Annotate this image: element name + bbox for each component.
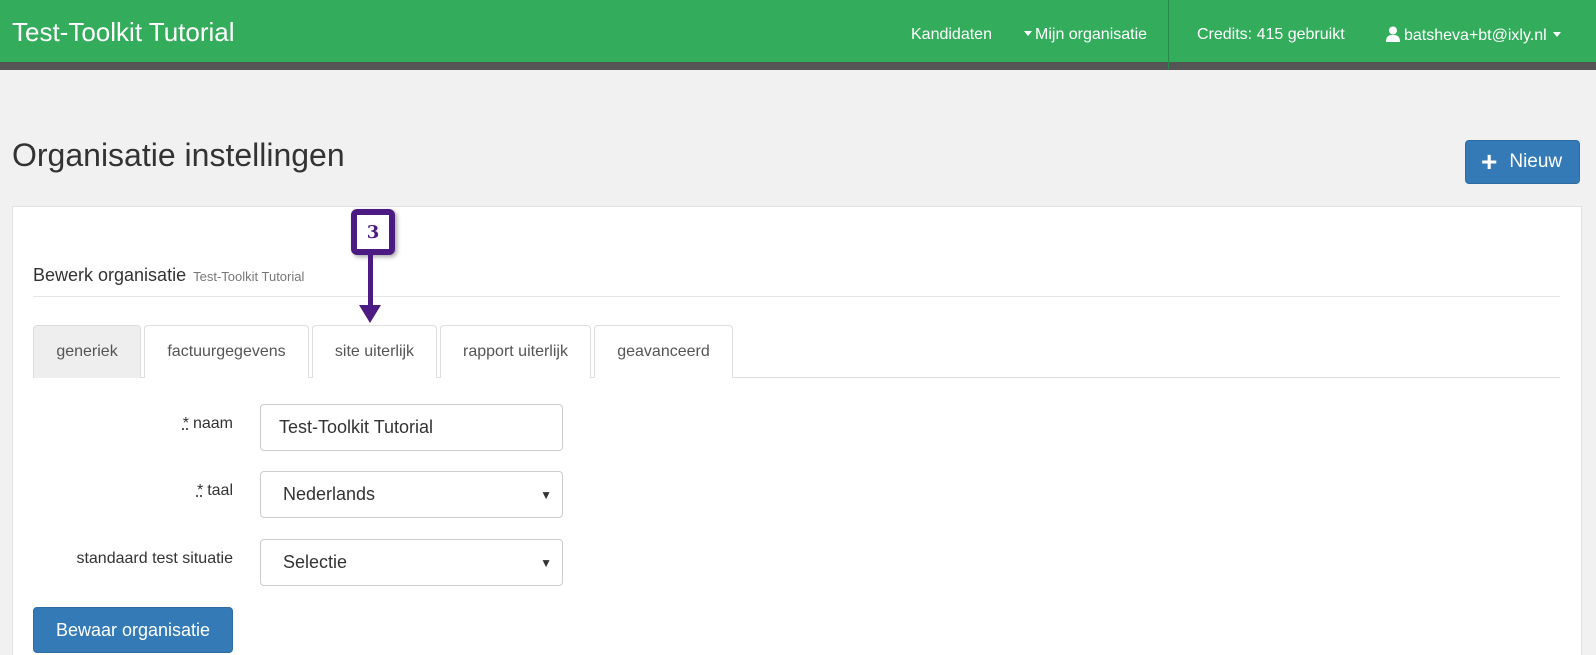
section-heading-title: Bewerk organisatie: [33, 265, 187, 285]
dropdown-arrow-icon: ▼: [540, 556, 552, 570]
dropdown-arrow-icon: ▼: [540, 488, 552, 502]
nav-kandidaten[interactable]: Kandidaten: [911, 26, 992, 44]
caret-down-icon: [1024, 31, 1032, 37]
tab-rapport-uiterlijk[interactable]: rapport uiterlijk: [440, 325, 591, 378]
save-organisation-button[interactable]: Bewaar organisatie: [33, 607, 233, 653]
plus-icon: +: [1481, 146, 1498, 177]
tab-site-uiterlijk[interactable]: site uiterlijk: [312, 325, 437, 378]
tab-factuurgegevens[interactable]: factuurgegevens: [144, 325, 309, 378]
naam-label-text: naam: [192, 415, 233, 432]
naam-input[interactable]: Test-Toolkit Tutorial: [260, 404, 563, 451]
user-icon: [1386, 26, 1400, 42]
section-heading: Bewerk organisatie Test-Toolkit Tutorial: [33, 265, 304, 286]
caret-down-icon: [1552, 32, 1561, 38]
taal-select-value: Nederlands: [283, 484, 376, 504]
situatie-select-value: Selectie: [283, 552, 348, 572]
situatie-select[interactable]: Selectie ▼: [260, 539, 563, 586]
callout-arrow-shaft: [368, 255, 373, 307]
step-callout: 3: [351, 209, 395, 255]
nav-divider: [1168, 0, 1169, 69]
taal-select[interactable]: Nederlands ▼: [260, 471, 563, 518]
naam-label: * naam: [23, 415, 233, 433]
taal-label-text: taal: [207, 482, 233, 499]
nav-mijn-organisatie[interactable]: Mijn organisatie: [1024, 26, 1147, 44]
section-divider: [33, 296, 1560, 297]
new-button-label: Nieuw: [1509, 151, 1563, 172]
required-mark: *: [196, 482, 204, 499]
callout-arrow-icon: [359, 305, 381, 323]
tab-generiek[interactable]: generiek: [33, 325, 141, 378]
situatie-label: standaard test situatie: [76, 550, 233, 567]
nav-mijn-organisatie-label: Mijn organisatie: [1035, 26, 1148, 43]
section-heading-sub: Test-Toolkit Tutorial: [193, 269, 305, 284]
page-title: Organisatie instellingen: [12, 137, 345, 173]
credits-text: Credits: 415 gebruikt: [1197, 26, 1345, 43]
required-mark: *: [182, 415, 189, 432]
taal-label: * taal: [23, 482, 233, 500]
app-brand[interactable]: Test-Toolkit Tutorial: [12, 17, 235, 48]
new-button[interactable]: + Nieuw: [1465, 140, 1580, 184]
tab-geavanceerd[interactable]: geavanceerd: [594, 325, 733, 378]
user-email: batsheva+bt@ixly.nl: [1404, 27, 1547, 44]
top-navbar: Test-Toolkit Tutorial Kandidaten Mijn or…: [0, 0, 1596, 70]
user-menu[interactable]: batsheva+bt@ixly.nl: [1386, 26, 1561, 45]
